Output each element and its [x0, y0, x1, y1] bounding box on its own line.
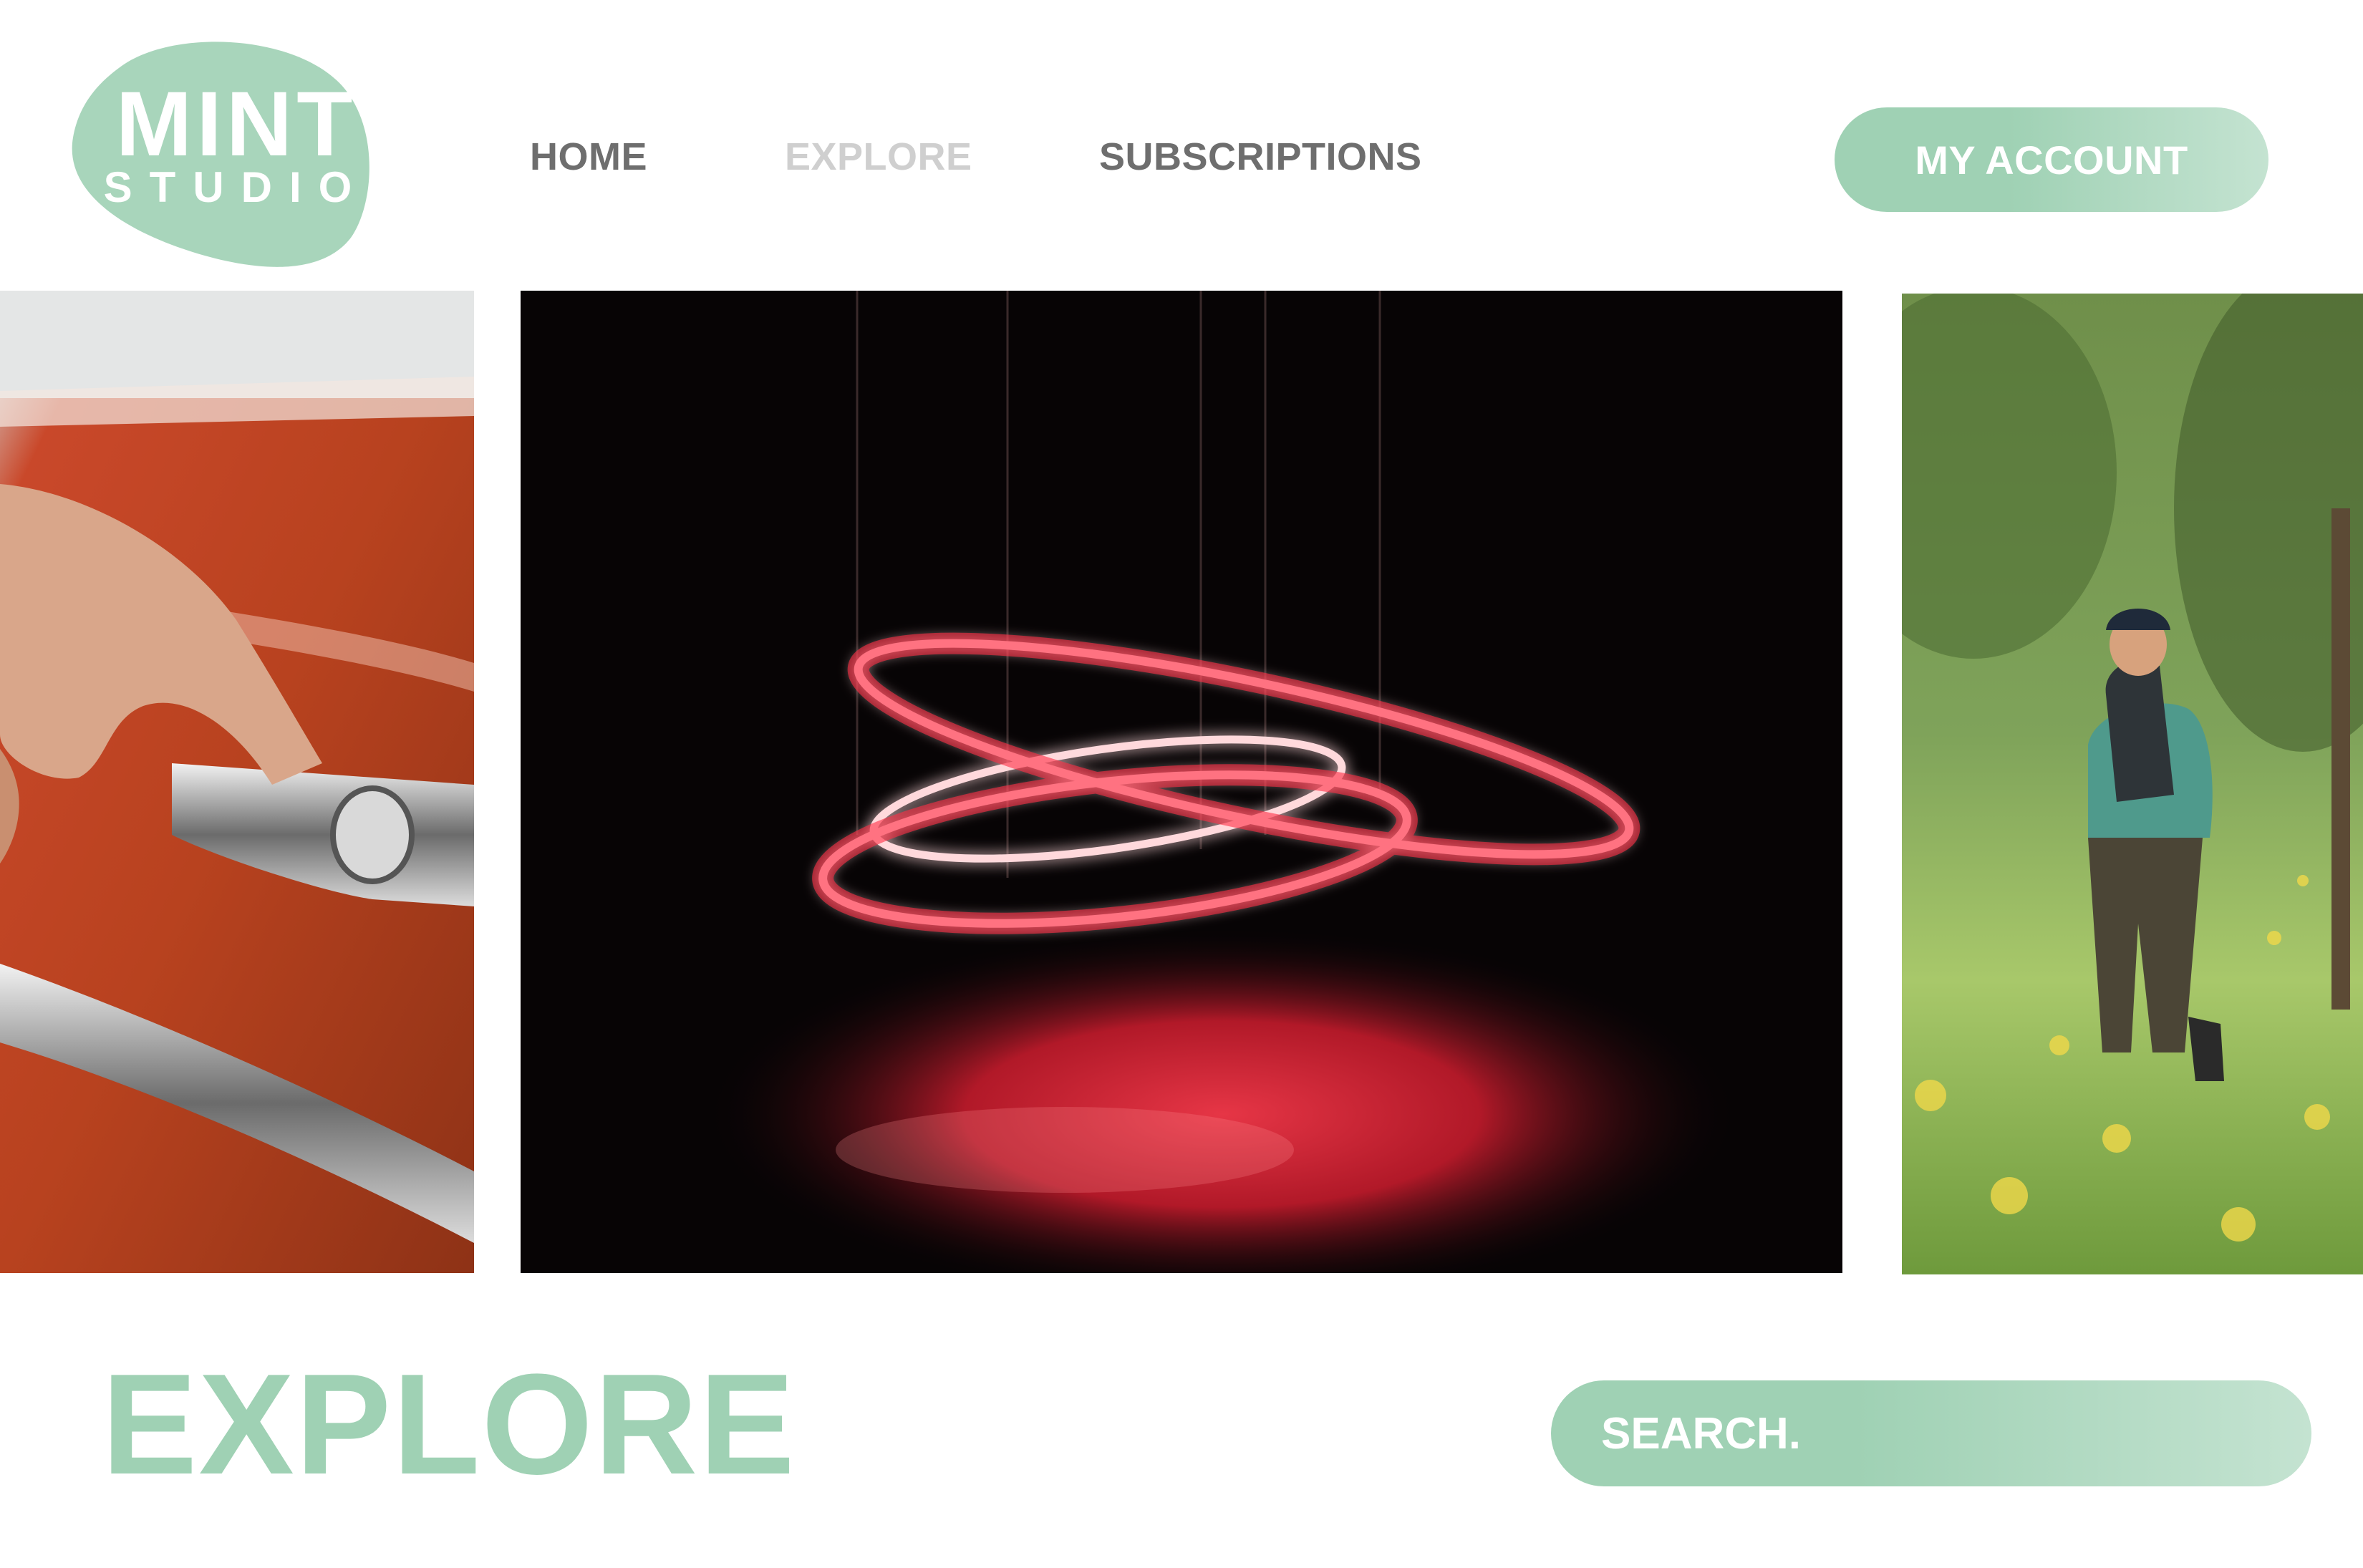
gallery-photo-car[interactable] [0, 291, 474, 1273]
logo-wordmark: MINT [115, 73, 357, 175]
gallery-photo-hiker[interactable] [1902, 294, 2363, 1274]
search-bar[interactable] [1551, 1380, 2311, 1486]
nav-subscriptions[interactable]: SUBSCRIPTIONS [1099, 137, 1422, 176]
car-door-handle-photo-icon [0, 291, 474, 1273]
page-title: EXPLORE [102, 1345, 796, 1504]
nav-explore[interactable]: EXPLORE [785, 137, 972, 176]
gallery-photo-neon[interactable] [521, 291, 1842, 1273]
red-neon-rings-photo-icon [521, 291, 1842, 1273]
search-input[interactable] [1601, 1408, 2246, 1459]
logo-subtitle: STUDIO [103, 163, 369, 211]
nav-home[interactable]: HOME [530, 137, 647, 176]
logo[interactable]: MINT STUDIO [72, 37, 372, 270]
hiker-forest-photo-icon [1902, 294, 2363, 1274]
my-account-button[interactable]: MY ACCOUNT [1835, 107, 2268, 212]
